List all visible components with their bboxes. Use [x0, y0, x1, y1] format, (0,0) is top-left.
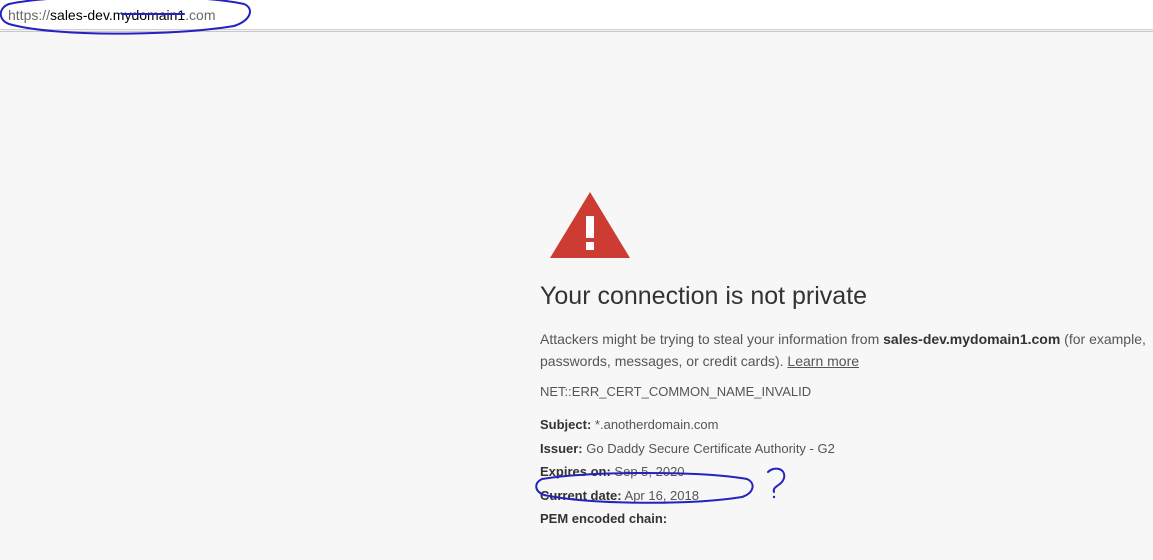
url-tld: .com: [185, 7, 215, 23]
error-body-prefix: Attackers might be trying to steal your …: [540, 331, 883, 347]
ssl-error-page: Your connection is not private Attackers…: [540, 192, 1153, 530]
cert-current-label: Current date:: [540, 488, 622, 503]
cert-subject-value: *.anotherdomain.com: [595, 417, 719, 432]
error-title: Your connection is not private: [540, 282, 1153, 311]
error-code: NET::ERR_CERT_COMMON_NAME_INVALID: [540, 384, 1153, 399]
warning-triangle-icon: [550, 192, 1153, 262]
cert-details-block: Subject: *.anotherdomain.com Issuer: Go …: [540, 413, 1153, 530]
error-domain-bold: sales-dev.mydomain1.com: [883, 331, 1060, 347]
cert-expires-label: Expires on:: [540, 464, 611, 479]
url-host: sales-dev.mydomain1: [50, 7, 185, 23]
cert-pem-label: PEM encoded chain:: [540, 511, 667, 526]
cert-current-row: Current date: Apr 16, 2018: [540, 484, 1153, 507]
url-scheme: https://: [8, 7, 50, 23]
cert-issuer-value: Go Daddy Secure Certificate Authority - …: [586, 441, 835, 456]
browser-address-bar[interactable]: https://sales-dev.mydomain1.com: [0, 0, 1153, 30]
page-content: Your connection is not private Attackers…: [0, 32, 1153, 560]
cert-current-value: Apr 16, 2018: [625, 488, 699, 503]
error-body-text: Attackers might be trying to steal your …: [540, 329, 1150, 372]
cert-expires-row: Expires on: Sep 5, 2020: [540, 460, 1153, 483]
cert-pem-row: PEM encoded chain:: [540, 507, 1153, 530]
cert-issuer-row: Issuer: Go Daddy Secure Certificate Auth…: [540, 437, 1153, 460]
cert-subject-label: Subject:: [540, 417, 591, 432]
cert-issuer-label: Issuer:: [540, 441, 583, 456]
cert-expires-value: Sep 5, 2020: [614, 464, 684, 479]
learn-more-link[interactable]: Learn more: [787, 353, 859, 369]
cert-subject-row: Subject: *.anotherdomain.com: [540, 413, 1153, 436]
